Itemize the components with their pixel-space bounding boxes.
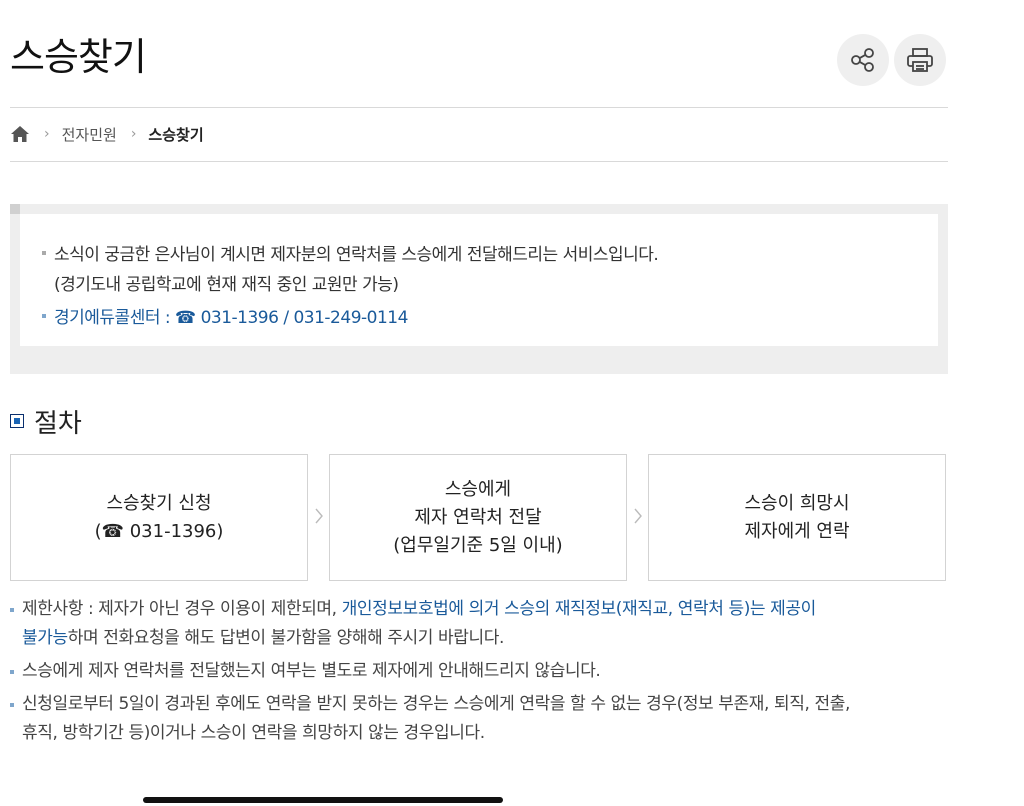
note-line: 불가능하며 전화요청을 해도 답변이 불가함을 양해해 주시기 바랍니다.: [22, 624, 948, 653]
step-2-box: 스승에게 제자 연락처 전달 (업무일기준 5일 이내): [329, 454, 627, 581]
note-no-contact: 신청일로부터 5일이 경과된 후에도 연락을 받지 못하는 경우는 스승에게 연…: [10, 690, 948, 748]
step-2-line: 스승에게: [444, 478, 512, 500]
note-line: 제한사항 : 제자가 아닌 경우 이용이 제한되며, 개인정보보호법에 의거 스…: [22, 595, 948, 624]
info-description: 소식이 궁금한 은사님이 계시면 제자분의 연락처를 스승에게 전달해드리는 서…: [42, 240, 659, 300]
info-contact: 경기에듀콜센터 : ☎ 031-1396 / 031-249-0114: [42, 303, 658, 333]
step-3-line: 제자에게 연락: [744, 520, 850, 542]
step-2-line: 제자 연락처 전달: [414, 506, 542, 528]
step-3-line: 스승이 희망시: [744, 492, 850, 514]
contact-text: 경기에듀콜센터 : ☎ 031-1396 / 031-249-0114: [54, 308, 408, 328]
note-highlight: 개인정보보호법에 의거 스승의 재직정보(재직교, 연락처 등)는 제공이: [341, 599, 817, 619]
note-highlight: 불가능: [22, 628, 68, 648]
note-restriction: 제한사항 : 제자가 아닌 경우 이용이 제한되며, 개인정보보호법에 의거 스…: [10, 595, 948, 653]
share-button[interactable]: [837, 34, 889, 86]
share-icon: [851, 48, 874, 72]
square-bullet-icon: [10, 414, 24, 428]
note-text: 하며 전화요청을 해도 답변이 불가함을 양해해 주시기 바랍니다.: [67, 628, 505, 648]
info-box: 소식이 궁금한 은사님이 계시면 제자분의 연락처를 스승에게 전달해드리는 서…: [10, 204, 948, 374]
notes-list: 제한사항 : 제자가 아닌 경우 이용이 제한되며, 개인정보보호법에 의거 스…: [10, 595, 948, 752]
breadcrumb-item-current: 스승찾기: [148, 125, 204, 144]
step-3-box: 스승이 희망시 제자에게 연락: [648, 454, 946, 581]
home-icon[interactable]: [10, 125, 30, 143]
note-line: 휴직, 방학기간 등)이거나 스승이 연락을 희망하지 않는 경우입니다.: [22, 723, 485, 743]
page-title: 스승찾기: [10, 35, 147, 79]
chevron-right-icon: [634, 508, 642, 524]
chevron-right-icon: ›: [44, 126, 50, 142]
print-button[interactable]: [894, 34, 946, 86]
procedure-title: 절차: [34, 408, 82, 439]
header-divider: [10, 107, 948, 108]
note-text: 제한사항 : 제자가 아닌 경우 이용이 제한되며,: [22, 599, 342, 619]
home-indicator[interactable]: [143, 797, 503, 803]
breadcrumb: › 전자민원 › 스승찾기: [10, 121, 204, 147]
info-list: 소식이 궁금한 은사님이 계시면 제자분의 연락처를 스승에게 전달해드리는 서…: [42, 240, 659, 333]
breadcrumb-item-e-civil[interactable]: 전자민원: [62, 124, 117, 145]
info-line: 소식이 궁금한 은사님이 계시면 제자분의 연락처를 스승에게 전달해드리는 서…: [54, 245, 659, 265]
info-line: (경기도내 공립학교에 현재 재직 중인 교원만 가능): [54, 275, 399, 295]
procedure-heading: 절차: [10, 403, 82, 439]
step-1-box: 스승찾기 신청 (☎ 031-1396): [10, 454, 308, 581]
info-box-corner: [10, 204, 20, 214]
chevron-right-icon: ›: [130, 126, 137, 142]
chevron-right-icon: [315, 508, 323, 524]
step-1-line: (☎ 031-1396): [94, 520, 224, 542]
note-notification: 스승에게 제자 연락처를 전달했는지 여부는 별도로 제자에게 안내해드리지 않…: [10, 657, 948, 686]
note-line: 스승에게 제자 연락처를 전달했는지 여부는 별도로 제자에게 안내해드리지 않…: [22, 661, 601, 681]
note-line: 신청일로부터 5일이 경과된 후에도 연락을 받지 못하는 경우는 스승에게 연…: [22, 694, 850, 714]
printer-icon: [907, 48, 933, 72]
step-1-line: 스승찾기 신청: [106, 492, 212, 514]
breadcrumb-divider: [10, 161, 948, 162]
step-2-line: (업무일기준 5일 이내): [393, 534, 563, 556]
